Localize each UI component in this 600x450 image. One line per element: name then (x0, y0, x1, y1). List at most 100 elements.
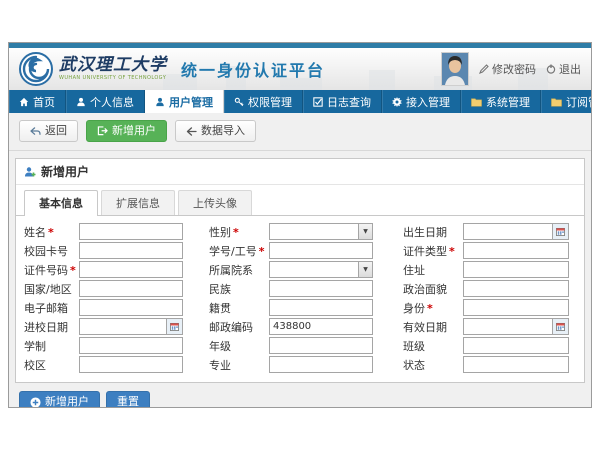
grade-label: 年级 (183, 338, 269, 354)
birth-date-input[interactable] (463, 223, 569, 240)
tab-extended-info[interactable]: 扩展信息 (101, 190, 175, 215)
main-nav: 首页 个人信息 用户管理 权限管理 日志查询 接入管理 系统管理 订阅管理 (9, 90, 591, 113)
id-type-input[interactable] (463, 242, 569, 259)
gender-label: 性别* (183, 224, 269, 240)
brand-block: 武汉理工大学 WUHAN UNIVERSITY OF TECHNOLOGY (59, 57, 167, 81)
university-logo-icon (19, 52, 53, 86)
reset-button[interactable]: 重置 (106, 391, 150, 408)
nav-item-permission-management[interactable]: 权限管理 (224, 90, 303, 113)
student-id-input[interactable] (269, 242, 373, 259)
power-icon (546, 64, 556, 74)
data-import-button[interactable]: 数据导入 (175, 120, 256, 142)
tab-upload-avatar[interactable]: 上传头像 (178, 190, 252, 215)
campus-label: 校区 (24, 357, 79, 373)
university-name: 武汉理工大学 (59, 57, 167, 74)
nav-label: 用户管理 (169, 94, 213, 110)
id-number-label: 证件号码* (24, 262, 79, 278)
department-select[interactable]: ▼ (269, 261, 373, 278)
postal-code-label: 邮政编码 (183, 319, 269, 335)
valid-date-input[interactable] (463, 318, 569, 335)
name-input[interactable] (79, 223, 183, 240)
postal-code-input[interactable] (269, 318, 373, 335)
address-input[interactable] (463, 261, 569, 278)
user-icon (76, 97, 86, 107)
submit-add-user-button[interactable]: 新增用户 (19, 391, 100, 408)
identity-input[interactable] (463, 299, 569, 316)
nav-item-system-management[interactable]: 系统管理 (461, 90, 541, 113)
id-type-label: 证件类型* (373, 243, 463, 259)
class-label: 班级 (373, 338, 463, 354)
major-input[interactable] (269, 356, 373, 373)
valid-date-label: 有效日期 (373, 319, 463, 335)
class-input[interactable] (463, 337, 569, 354)
status-input[interactable] (463, 356, 569, 373)
chevron-down-icon[interactable]: ▼ (358, 262, 372, 277)
add-user-label: 新增用户 (112, 124, 156, 138)
nav-item-home[interactable]: 首页 (9, 90, 66, 113)
grade-input[interactable] (269, 337, 373, 354)
study-length-input[interactable] (79, 337, 183, 354)
app-window: 武汉理工大学 WUHAN UNIVERSITY OF TECHNOLOGY 统一… (8, 42, 592, 408)
calendar-icon[interactable] (552, 224, 568, 239)
folder-icon (551, 97, 562, 107)
reset-label: 重置 (117, 395, 139, 408)
gear-icon (392, 97, 402, 107)
logout-label: 退出 (559, 61, 581, 77)
campus-card-input[interactable] (79, 242, 183, 259)
nav-item-subscription-management[interactable]: 订阅管理 (541, 90, 592, 113)
nav-label: 权限管理 (248, 94, 292, 110)
export-icon (97, 126, 108, 136)
political-status-input[interactable] (463, 280, 569, 297)
nav-label: 接入管理 (406, 94, 450, 110)
nav-item-user-management[interactable]: 用户管理 (145, 90, 224, 113)
calendar-icon[interactable] (552, 319, 568, 334)
home-icon (19, 97, 29, 107)
native-place-label: 籍贯 (183, 300, 269, 316)
nav-label: 订阅管理 (566, 94, 592, 110)
campus-input[interactable] (79, 356, 183, 373)
user-icon (155, 97, 165, 107)
content-area: 返回 新增用户 数据导入 新增用户 基本信息 扩展信息 上传头像 (9, 113, 591, 408)
gender-select[interactable]: ▼ (269, 223, 373, 240)
country-input[interactable] (79, 280, 183, 297)
tab-basic-info[interactable]: 基本信息 (24, 190, 98, 216)
ethnicity-label: 民族 (183, 281, 269, 297)
submit-label: 新增用户 (45, 395, 89, 408)
platform-title: 统一身份认证平台 (181, 57, 325, 81)
nav-item-access-management[interactable]: 接入管理 (382, 90, 461, 113)
user-avatar (441, 52, 469, 86)
nav-label: 日志查询 (327, 94, 371, 110)
status-label: 状态 (373, 357, 463, 373)
calendar-icon[interactable] (166, 319, 182, 334)
change-password-link[interactable]: 修改密码 (479, 61, 536, 77)
political-status-label: 政治面貌 (373, 281, 463, 297)
change-password-label: 修改密码 (492, 61, 536, 77)
chevron-down-icon[interactable]: ▼ (358, 224, 372, 239)
student-id-label: 学号/工号* (183, 243, 269, 259)
pencil-icon (479, 64, 489, 74)
add-user-toolbar-button[interactable]: 新增用户 (86, 120, 167, 142)
logout-link[interactable]: 退出 (546, 61, 581, 77)
ethnicity-input[interactable] (269, 280, 373, 297)
identity-label: 身份* (373, 300, 463, 316)
nav-item-log-query[interactable]: 日志查询 (303, 90, 382, 113)
basic-info-form: 姓名* 性别* ▼ 出生日期 校园卡号 学号/工号* 证件类型* 证件号码* 所… (16, 216, 584, 382)
user-photo (442, 53, 468, 85)
back-button[interactable]: 返回 (19, 120, 78, 142)
add-user-icon (24, 166, 36, 178)
enroll-date-input[interactable] (79, 318, 183, 335)
native-place-input[interactable] (269, 299, 373, 316)
country-label: 国家/地区 (24, 281, 79, 297)
nav-label: 个人信息 (90, 94, 134, 110)
id-number-input[interactable] (79, 261, 183, 278)
email-input[interactable] (79, 299, 183, 316)
study-length-label: 学制 (24, 338, 79, 354)
nav-item-personal-info[interactable]: 个人信息 (66, 90, 145, 113)
birth-date-label: 出生日期 (373, 224, 463, 240)
key-icon (234, 97, 244, 107)
university-subtitle: WUHAN UNIVERSITY OF TECHNOLOGY (59, 76, 167, 81)
plus-circle-icon (30, 397, 41, 408)
user-area: 修改密码 退出 (441, 52, 581, 86)
left-arrow-icon (186, 127, 197, 136)
address-label: 住址 (373, 262, 463, 278)
